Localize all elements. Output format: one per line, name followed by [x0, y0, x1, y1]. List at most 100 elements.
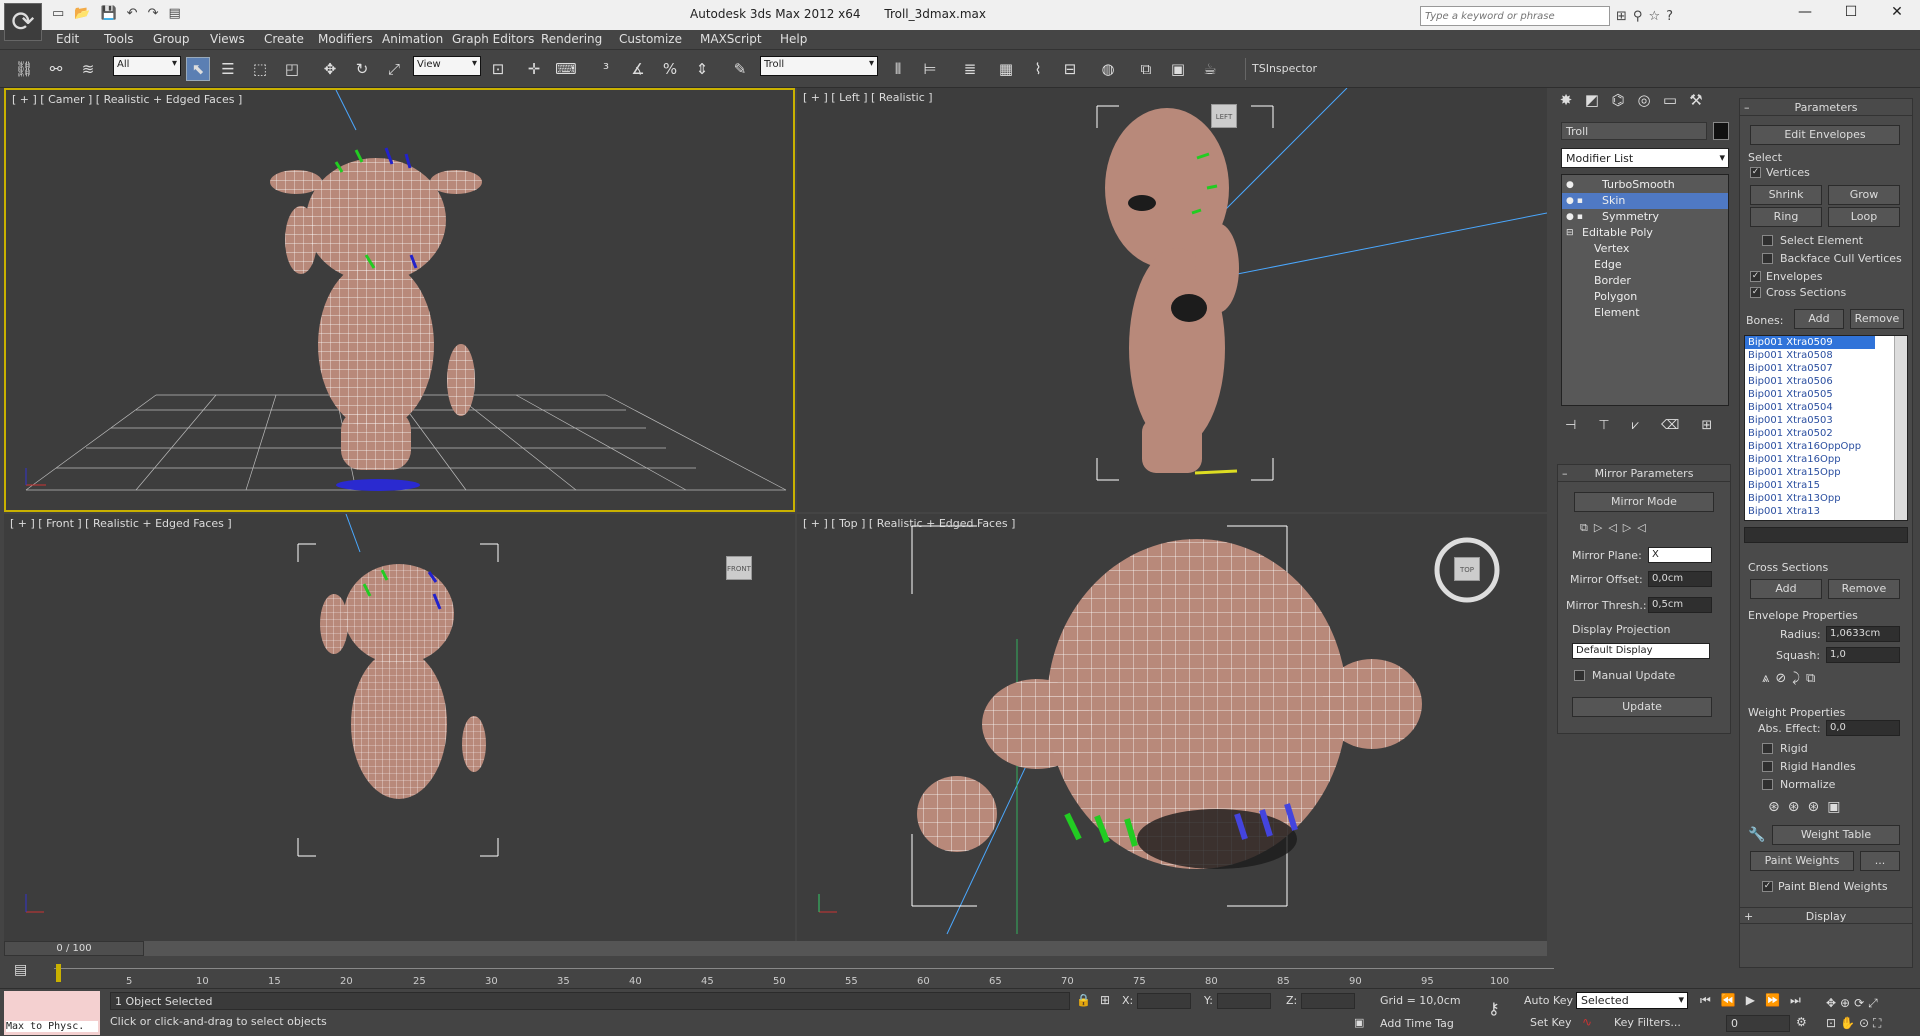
viewport-navigation-controls[interactable]: ✥⊕⟳⤢ ⊡✋⊙⛶ — [1826, 993, 1916, 1033]
menu-rendering[interactable]: Rendering — [541, 32, 602, 46]
time-configuration-icon[interactable]: ⚙ — [1796, 1015, 1807, 1029]
bone-item[interactable]: Bip001 Xtra0504 — [1745, 401, 1875, 414]
named-selection-dropdown[interactable]: Troll — [760, 56, 878, 76]
radius-field[interactable]: 1,0633cm — [1826, 626, 1900, 642]
lock-selection-icon[interactable]: 🔒 — [1076, 993, 1091, 1007]
viewcube-left[interactable]: LEFT — [1211, 104, 1237, 128]
utilities-tab-icon[interactable]: ⚒ — [1687, 91, 1705, 109]
rollout-title[interactable]: – Mirror Parameters — [1558, 465, 1730, 482]
open-file-icon[interactable]: 📂 — [74, 6, 90, 21]
manual-update-checkbox[interactable] — [1574, 670, 1585, 681]
search-input[interactable] — [1420, 6, 1610, 26]
maxscript-mini-input[interactable]: Max to Physc. — [6, 1021, 98, 1032]
remove-bone-button[interactable]: Remove — [1850, 309, 1904, 329]
stack-item-symmetry[interactable]: ● ▪ Symmetry — [1562, 209, 1728, 225]
mirror-icon[interactable]: ⫴ — [886, 57, 910, 81]
key-filters-button[interactable]: Key Filters... — [1614, 1016, 1681, 1029]
layer-manager-icon[interactable]: ≣ — [958, 57, 982, 81]
key-mode-icon[interactable]: ∿ — [1582, 1015, 1592, 1029]
mirror-plane-dropdown[interactable]: X — [1648, 547, 1712, 563]
motion-tab-icon[interactable]: ◎ — [1635, 91, 1653, 109]
edit-envelopes-button[interactable]: Edit Envelopes — [1750, 125, 1900, 145]
paint-weights-button[interactable]: Paint Weights — [1750, 851, 1854, 871]
shrink-button[interactable]: Shrink — [1750, 185, 1822, 205]
save-icon[interactable]: 💾 — [100, 6, 116, 21]
bone-item[interactable]: Bip001 Xtra0506 — [1745, 375, 1875, 388]
stack-item-border[interactable]: Border — [1562, 273, 1728, 289]
time-tag-icon[interactable]: ▣ — [1354, 1016, 1364, 1029]
configure-sets-icon[interactable]: ⊞ — [1701, 418, 1712, 433]
z-coordinate[interactable]: Z: — [1286, 993, 1356, 1009]
remove-modifier-icon[interactable]: ⌫ — [1661, 418, 1679, 433]
play-icon[interactable]: ▶ — [1746, 993, 1755, 1008]
eye-icon[interactable]: ● ▪ — [1566, 193, 1583, 209]
grow-button[interactable]: Grow — [1828, 185, 1900, 205]
render-production-icon[interactable]: ☕ — [1198, 57, 1222, 81]
stack-item-element[interactable]: Element — [1562, 305, 1728, 321]
paint-options-button[interactable]: ... — [1860, 851, 1900, 871]
display-projection-dropdown[interactable]: Default Display — [1572, 643, 1710, 659]
loop-button[interactable]: Loop — [1828, 207, 1900, 227]
hierarchy-tab-icon[interactable]: ⌬ — [1609, 91, 1627, 109]
percent-snap-icon[interactable]: % — [658, 57, 682, 81]
set-key-button[interactable]: Set Key — [1530, 1016, 1572, 1029]
rendered-frame-icon[interactable]: ▣ — [1166, 57, 1190, 81]
display-rollout-title[interactable]: + Display — [1740, 907, 1912, 924]
current-frame-field[interactable]: 0 — [1726, 1015, 1790, 1032]
make-unique-icon[interactable]: ⩗ — [1632, 418, 1639, 433]
mini-curve-editor-icon[interactable]: ▤ — [14, 962, 27, 978]
next-frame-icon[interactable]: ⏩ — [1765, 993, 1780, 1008]
object-color-swatch[interactable] — [1713, 122, 1729, 140]
bone-item[interactable]: Bip001 Xtra0505 — [1745, 388, 1875, 401]
modifier-list-dropdown[interactable]: Modifier List — [1561, 148, 1729, 168]
stack-item-edge[interactable]: Edge — [1562, 257, 1728, 273]
ring-button[interactable]: Ring — [1750, 207, 1822, 227]
mirror-tool-icons[interactable]: ⧉▷◁▷◁ — [1580, 521, 1652, 535]
stack-item-vertex[interactable]: Vertex — [1562, 241, 1728, 257]
auto-key-button[interactable]: Auto Key — [1524, 994, 1573, 1007]
spinner-snap-icon[interactable]: ⇕ — [690, 57, 714, 81]
eye-icon[interactable]: ● — [1566, 177, 1574, 193]
bind-space-warp-icon[interactable]: ≋ — [76, 57, 100, 81]
rigid-handles-checkbox[interactable] — [1762, 761, 1773, 772]
app-menu-icon[interactable]: ⟳ — [4, 3, 42, 41]
render-setup-icon[interactable]: ⧉ — [1134, 57, 1158, 81]
go-to-start-icon[interactable]: ⏮ — [1700, 993, 1711, 1008]
bone-filter-field[interactable] — [1744, 527, 1908, 543]
envelope-tool-icons[interactable]: ⩓⊘⤸⧉ — [1762, 671, 1821, 686]
window-crossing-icon[interactable]: ◰ — [280, 57, 304, 81]
backface-cull-checkbox[interactable] — [1762, 253, 1773, 264]
paint-blend-weights-checkbox[interactable]: ✓ — [1762, 881, 1773, 892]
go-to-end-icon[interactable]: ⏭ — [1790, 993, 1801, 1008]
select-manipulate-icon[interactable]: ✛ — [522, 57, 546, 81]
weight-table-button[interactable]: Weight Table — [1772, 825, 1900, 845]
viewport-perspective[interactable]: [ + ] [ Camer ] [ Realistic + Edged Face… — [4, 88, 795, 512]
update-button[interactable]: Update — [1572, 697, 1712, 717]
bone-item[interactable]: Bip001 Xtra0509 — [1745, 336, 1875, 349]
menu-maxscript[interactable]: MAXScript — [700, 32, 762, 46]
viewport-top[interactable]: TOP [ + ] [ Top ] [ Realistic + Edged Fa… — [797, 514, 1547, 941]
undo-icon[interactable]: ↶ — [127, 6, 138, 21]
rollout-title[interactable]: – Parameters — [1740, 99, 1912, 116]
link-icon[interactable]: ⛓ — [12, 57, 36, 81]
viewport-left[interactable]: LEFT [ + ] [ Left ] [ Realistic ] — [797, 88, 1547, 512]
graphite-toggle-icon[interactable]: ▦ — [994, 57, 1018, 81]
create-tab-icon[interactable]: ✸ — [1557, 91, 1575, 109]
pivot-center-icon[interactable]: ⊡ — [486, 57, 510, 81]
bone-item[interactable]: Bip001 Xtra0502 — [1745, 427, 1875, 440]
bone-item[interactable]: Bip001 Xtra15 — [1745, 479, 1875, 492]
object-name-field[interactable]: Troll — [1561, 122, 1707, 140]
mirror-thresh-field[interactable]: 0,5cm — [1648, 597, 1712, 613]
vertices-checkbox[interactable]: ✓ — [1750, 167, 1761, 178]
cross-section-add-button[interactable]: Add — [1750, 579, 1822, 599]
squash-field[interactable]: 1,0 — [1826, 647, 1900, 663]
display-tab-icon[interactable]: ▭ — [1661, 91, 1679, 109]
time-slider-thumb[interactable]: 0 / 100 — [4, 941, 144, 956]
pin-stack-icon[interactable]: ⊣ — [1565, 418, 1576, 433]
collapse-icon[interactable]: ⊟ — [1566, 225, 1574, 241]
viewport-label-perspective[interactable]: [ + ] [ Camer ] [ Realistic + Edged Face… — [12, 93, 242, 106]
menu-customize[interactable]: Customize — [619, 32, 682, 46]
normalize-checkbox[interactable] — [1762, 779, 1773, 790]
viewport-front[interactable]: FRONT [ + ] [ Front ] [ Realistic + Edge… — [4, 514, 795, 941]
mirror-mode-button[interactable]: Mirror Mode — [1574, 492, 1714, 512]
